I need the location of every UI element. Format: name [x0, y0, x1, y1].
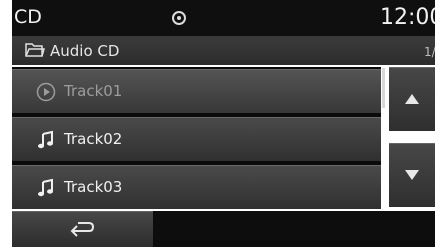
- track-label: Track02: [64, 130, 123, 148]
- triangle-up-icon: [405, 94, 419, 104]
- play-circle-icon: [36, 82, 56, 102]
- music-note-icon: [38, 178, 53, 197]
- back-button[interactable]: [12, 211, 153, 247]
- status-bar: CD 12:00: [12, 0, 435, 37]
- music-note-icon: [38, 130, 53, 149]
- scroll-up-button[interactable]: [389, 67, 435, 131]
- bottom-bar: [12, 211, 435, 247]
- track-list: Track01 Track02 Track03: [12, 67, 381, 209]
- source-label: CD: [14, 6, 42, 28]
- track-row-1[interactable]: Track01: [12, 69, 381, 113]
- track-row-3[interactable]: Track03: [12, 165, 381, 209]
- folder-icon: [25, 43, 45, 57]
- list-scrollbar[interactable]: [382, 68, 385, 108]
- scroll-down-button[interactable]: [389, 143, 435, 207]
- track-label: Track01: [64, 82, 123, 100]
- disc-icon: [172, 11, 186, 25]
- triangle-down-icon: [405, 170, 419, 180]
- folder-label: Audio CD: [50, 42, 120, 60]
- cd-player-screen: CD 12:00 Audio CD 1/4 Track01 Track: [0, 0, 435, 247]
- clock: 12:00: [380, 5, 435, 30]
- page-indicator: 1/4: [424, 45, 435, 59]
- track-row-2[interactable]: Track02: [12, 117, 381, 161]
- track-label: Track03: [64, 178, 123, 196]
- folder-path-bar: Audio CD 1/4: [12, 37, 435, 65]
- return-arrow-icon: [70, 222, 95, 237]
